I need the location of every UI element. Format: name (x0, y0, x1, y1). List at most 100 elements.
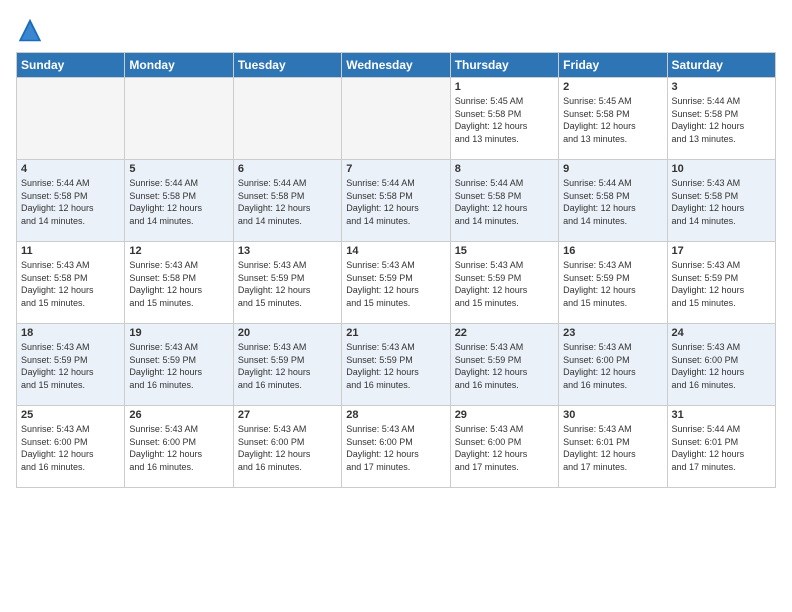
calendar-cell (125, 78, 233, 160)
day-info: Sunrise: 5:44 AM Sunset: 5:58 PM Dayligh… (129, 177, 228, 227)
logo-icon (16, 16, 44, 44)
day-info: Sunrise: 5:43 AM Sunset: 5:59 PM Dayligh… (129, 341, 228, 391)
day-info: Sunrise: 5:43 AM Sunset: 5:59 PM Dayligh… (455, 341, 554, 391)
day-number: 3 (672, 81, 771, 93)
weekday-header-friday: Friday (559, 53, 667, 78)
day-info: Sunrise: 5:44 AM Sunset: 5:58 PM Dayligh… (563, 177, 662, 227)
day-info: Sunrise: 5:43 AM Sunset: 5:59 PM Dayligh… (563, 259, 662, 309)
day-number: 22 (455, 327, 554, 339)
week-row-4: 18 Sunrise: 5:43 AM Sunset: 5:59 PM Dayli… (17, 324, 776, 406)
weekday-header-monday: Monday (125, 53, 233, 78)
logo (16, 16, 48, 44)
day-info: Sunrise: 5:43 AM Sunset: 5:59 PM Dayligh… (21, 341, 120, 391)
calendar-cell: 9 Sunrise: 5:44 AM Sunset: 5:58 PM Daylig… (559, 160, 667, 242)
day-info: Sunrise: 5:43 AM Sunset: 5:59 PM Dayligh… (346, 259, 445, 309)
calendar-cell (17, 78, 125, 160)
calendar-cell: 22 Sunrise: 5:43 AM Sunset: 5:59 PM Dayli… (450, 324, 558, 406)
calendar-cell: 12 Sunrise: 5:43 AM Sunset: 5:58 PM Dayli… (125, 242, 233, 324)
day-number: 4 (21, 163, 120, 175)
calendar-cell (342, 78, 450, 160)
day-number: 29 (455, 409, 554, 421)
day-number: 10 (672, 163, 771, 175)
calendar-cell: 1 Sunrise: 5:45 AM Sunset: 5:58 PM Daylig… (450, 78, 558, 160)
weekday-header-row: SundayMondayTuesdayWednesdayThursdayFrid… (17, 53, 776, 78)
header (16, 16, 776, 44)
day-info: Sunrise: 5:43 AM Sunset: 6:00 PM Dayligh… (129, 423, 228, 473)
week-row-5: 25 Sunrise: 5:43 AM Sunset: 6:00 PM Dayli… (17, 406, 776, 488)
day-number: 1 (455, 81, 554, 93)
calendar-cell: 27 Sunrise: 5:43 AM Sunset: 6:00 PM Dayli… (233, 406, 341, 488)
day-number: 2 (563, 81, 662, 93)
week-row-3: 11 Sunrise: 5:43 AM Sunset: 5:58 PM Dayli… (17, 242, 776, 324)
calendar-table: SundayMondayTuesdayWednesdayThursdayFrid… (16, 52, 776, 488)
day-number: 23 (563, 327, 662, 339)
day-number: 14 (346, 245, 445, 257)
calendar-cell: 31 Sunrise: 5:44 AM Sunset: 6:01 PM Dayli… (667, 406, 775, 488)
week-row-2: 4 Sunrise: 5:44 AM Sunset: 5:58 PM Daylig… (17, 160, 776, 242)
calendar-cell: 10Sunrise: 5:43 AM Sunset: 5:58 PM Dayli… (667, 160, 775, 242)
weekday-header-wednesday: Wednesday (342, 53, 450, 78)
day-number: 20 (238, 327, 337, 339)
day-number: 17 (672, 245, 771, 257)
day-number: 27 (238, 409, 337, 421)
calendar-cell: 6Sunrise: 5:44 AM Sunset: 5:58 PM Daylig… (233, 160, 341, 242)
day-info: Sunrise: 5:43 AM Sunset: 5:59 PM Dayligh… (455, 259, 554, 309)
day-number: 19 (129, 327, 228, 339)
day-number: 25 (21, 409, 120, 421)
weekday-header-tuesday: Tuesday (233, 53, 341, 78)
day-number: 8 (455, 163, 554, 175)
calendar-cell: 28Sunrise: 5:43 AM Sunset: 6:00 PM Dayli… (342, 406, 450, 488)
calendar-cell: 17 Sunrise: 5:43 AM Sunset: 5:59 PM Dayli… (667, 242, 775, 324)
day-info: Sunrise: 5:43 AM Sunset: 5:59 PM Dayligh… (238, 259, 337, 309)
day-info: Sunrise: 5:43 AM Sunset: 6:00 PM Dayligh… (563, 341, 662, 391)
day-number: 15 (455, 245, 554, 257)
day-info: Sunrise: 5:43 AM Sunset: 6:00 PM Dayligh… (238, 423, 337, 473)
calendar-cell: 26Sunrise: 5:43 AM Sunset: 6:00 PM Dayli… (125, 406, 233, 488)
calendar-cell: 23 Sunrise: 5:43 AM Sunset: 6:00 PM Dayli… (559, 324, 667, 406)
day-info: Sunrise: 5:44 AM Sunset: 5:58 PM Dayligh… (672, 95, 771, 145)
calendar-cell: 4 Sunrise: 5:44 AM Sunset: 5:58 PM Daylig… (17, 160, 125, 242)
calendar-cell: 24 Sunrise: 5:43 AM Sunset: 6:00 PM Dayli… (667, 324, 775, 406)
day-number: 30 (563, 409, 662, 421)
day-info: Sunrise: 5:43 AM Sunset: 5:58 PM Dayligh… (129, 259, 228, 309)
weekday-header-saturday: Saturday (667, 53, 775, 78)
calendar-cell: 14 Sunrise: 5:43 AM Sunset: 5:59 PM Dayli… (342, 242, 450, 324)
day-number: 13 (238, 245, 337, 257)
calendar-cell: 11 Sunrise: 5:43 AM Sunset: 5:58 PM Dayli… (17, 242, 125, 324)
day-number: 12 (129, 245, 228, 257)
calendar-cell: 18 Sunrise: 5:43 AM Sunset: 5:59 PM Dayli… (17, 324, 125, 406)
calendar-cell: 30 Sunrise: 5:43 AM Sunset: 6:01 PM Dayli… (559, 406, 667, 488)
day-number: 28 (346, 409, 445, 421)
day-info: Sunrise: 5:45 AM Sunset: 5:58 PM Dayligh… (563, 95, 662, 145)
day-number: 18 (21, 327, 120, 339)
calendar-cell: 29Sunrise: 5:43 AM Sunset: 6:00 PM Dayli… (450, 406, 558, 488)
calendar-cell: 3 Sunrise: 5:44 AM Sunset: 5:58 PM Daylig… (667, 78, 775, 160)
day-number: 16 (563, 245, 662, 257)
day-number: 31 (672, 409, 771, 421)
day-info: Sunrise: 5:45 AM Sunset: 5:58 PM Dayligh… (455, 95, 554, 145)
weekday-header-thursday: Thursday (450, 53, 558, 78)
day-number: 11 (21, 245, 120, 257)
day-info: Sunrise: 5:44 AM Sunset: 5:58 PM Dayligh… (346, 177, 445, 227)
week-row-1: 1 Sunrise: 5:45 AM Sunset: 5:58 PM Daylig… (17, 78, 776, 160)
calendar-cell (233, 78, 341, 160)
calendar-cell: 13 Sunrise: 5:43 AM Sunset: 5:59 PM Dayli… (233, 242, 341, 324)
calendar-cell: 19 Sunrise: 5:43 AM Sunset: 5:59 PM Dayli… (125, 324, 233, 406)
calendar-cell: 8Sunrise: 5:44 AM Sunset: 5:58 PM Daylig… (450, 160, 558, 242)
day-info: Sunrise: 5:43 AM Sunset: 6:00 PM Dayligh… (21, 423, 120, 473)
day-info: Sunrise: 5:44 AM Sunset: 6:01 PM Dayligh… (672, 423, 771, 473)
calendar-cell: 16 Sunrise: 5:43 AM Sunset: 5:59 PM Dayli… (559, 242, 667, 324)
day-info: Sunrise: 5:44 AM Sunset: 5:58 PM Dayligh… (21, 177, 120, 227)
day-info: Sunrise: 5:43 AM Sunset: 5:58 PM Dayligh… (21, 259, 120, 309)
day-info: Sunrise: 5:43 AM Sunset: 5:59 PM Dayligh… (238, 341, 337, 391)
day-info: Sunrise: 5:43 AM Sunset: 6:00 PM Dayligh… (672, 341, 771, 391)
calendar-cell: 15 Sunrise: 5:43 AM Sunset: 5:59 PM Dayli… (450, 242, 558, 324)
day-number: 24 (672, 327, 771, 339)
day-number: 9 (563, 163, 662, 175)
calendar-container: SundayMondayTuesdayWednesdayThursdayFrid… (0, 0, 792, 612)
day-info: Sunrise: 5:43 AM Sunset: 5:59 PM Dayligh… (346, 341, 445, 391)
day-info: Sunrise: 5:43 AM Sunset: 5:59 PM Dayligh… (672, 259, 771, 309)
calendar-cell: 21Sunrise: 5:43 AM Sunset: 5:59 PM Dayli… (342, 324, 450, 406)
weekday-header-sunday: Sunday (17, 53, 125, 78)
day-info: Sunrise: 5:43 AM Sunset: 6:01 PM Dayligh… (563, 423, 662, 473)
